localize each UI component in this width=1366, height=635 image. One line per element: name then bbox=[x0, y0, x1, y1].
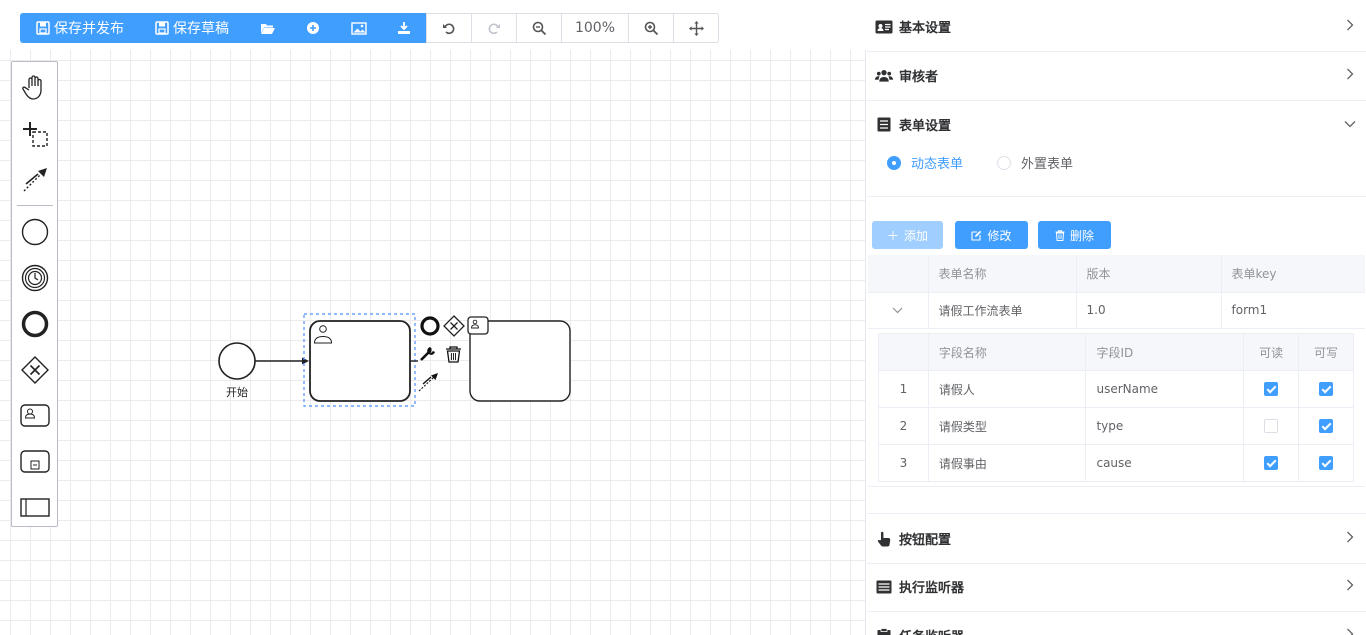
list-icon bbox=[875, 579, 893, 595]
radio-dot-checked[interactable] bbox=[887, 155, 901, 170]
field-name-cell: 请假类型 bbox=[928, 407, 1087, 445]
column-header: 字段ID bbox=[1085, 333, 1245, 371]
table-row: 2 请假类型 type bbox=[878, 407, 1354, 445]
expand-toggle[interactable] bbox=[868, 292, 929, 329]
connect-icon[interactable] bbox=[418, 373, 438, 392]
edit-label: 修改 bbox=[987, 228, 1012, 243]
readable-checkbox[interactable] bbox=[1264, 456, 1279, 471]
plus-icon: ＋ bbox=[886, 228, 899, 243]
field-id-cell: userName bbox=[1085, 370, 1245, 408]
chevron-right-icon bbox=[1347, 19, 1354, 31]
form-icon bbox=[875, 117, 893, 133]
start-event[interactable] bbox=[218, 342, 256, 380]
section-title: 审核者 bbox=[899, 70, 939, 85]
readable-checkbox[interactable] bbox=[1264, 419, 1279, 434]
flow-arrowhead bbox=[302, 357, 309, 365]
column-header: 可写 bbox=[1298, 333, 1354, 371]
form-table: 表单名称 版本 表单key 请假工作流表单 1.0 form1 bbox=[868, 255, 1365, 329]
row-index: 1 bbox=[878, 370, 929, 408]
chevron-down-icon bbox=[892, 307, 903, 314]
edit-icon bbox=[971, 230, 982, 241]
section-title: 表单设置 bbox=[899, 119, 952, 134]
field-id-cell: type bbox=[1085, 407, 1245, 445]
bpmn-diagram: 开始 bbox=[218, 313, 571, 407]
pointer-hand-icon bbox=[875, 531, 893, 547]
add-form-button[interactable]: ＋ 添加 bbox=[872, 221, 943, 249]
chevron-right-icon bbox=[1347, 68, 1354, 80]
section-form-settings: 表单设置 bbox=[867, 100, 1366, 197]
table-row: 3 请假事由 cause bbox=[878, 444, 1354, 482]
column-header: 表单key bbox=[1221, 255, 1365, 293]
table-row: 1 请假人 userName bbox=[878, 370, 1354, 408]
form-version-cell: 1.0 bbox=[1076, 292, 1222, 329]
radio-dynamic-label: 动态表单 bbox=[911, 157, 964, 172]
column-header: 字段名称 bbox=[928, 333, 1087, 371]
gateway-icon[interactable] bbox=[443, 315, 465, 337]
form-name-cell: 请假工作流表单 bbox=[928, 292, 1077, 329]
id-card-icon bbox=[875, 19, 893, 35]
section-button-config[interactable]: 按钮配置 bbox=[867, 513, 1366, 564]
trash-icon[interactable] bbox=[446, 346, 461, 363]
chevron-down-icon bbox=[1344, 121, 1356, 128]
user-task-selected[interactable] bbox=[309, 320, 411, 402]
writable-checkbox[interactable] bbox=[1319, 456, 1334, 471]
edit-form-button[interactable]: 修改 bbox=[955, 221, 1028, 249]
form-key-cell: form1 bbox=[1221, 292, 1365, 329]
column-header: 可读 bbox=[1243, 333, 1300, 371]
section-form-settings-header[interactable]: 表单设置 bbox=[867, 100, 1366, 149]
field-table-header: 字段名称 字段ID 可读 可写 bbox=[878, 333, 1354, 371]
properties-panel: 基本设置 审核者 表单设置 动态表单 外置表单 ＋ 添加 修改 删除 表单名称 版… bbox=[867, 0, 1366, 635]
table-row[interactable]: 请假工作流表单 1.0 form1 bbox=[868, 292, 1365, 329]
row-index: 3 bbox=[878, 444, 929, 482]
row-index: 2 bbox=[878, 407, 929, 445]
readable-checkbox[interactable] bbox=[1264, 382, 1279, 397]
chevron-right-icon bbox=[1347, 579, 1354, 591]
chevron-right-icon bbox=[1347, 531, 1354, 543]
section-title: 按钮配置 bbox=[899, 533, 952, 548]
section-title: 基本设置 bbox=[899, 21, 952, 36]
section-execution-listener[interactable]: 执行监听器 bbox=[867, 562, 1366, 612]
column-header: 表单名称 bbox=[928, 255, 1077, 293]
users-icon bbox=[875, 68, 893, 84]
field-name-cell: 请假事由 bbox=[928, 444, 1087, 482]
section-task-listener[interactable]: 任务监听器 bbox=[867, 611, 1366, 635]
field-table: 字段名称 字段ID 可读 可写 1 请假人 userName 2 请假类型 ty… bbox=[878, 333, 1354, 482]
section-title: 执行监听器 bbox=[899, 581, 965, 596]
radio-external-label: 外置表单 bbox=[1021, 157, 1074, 172]
radio-dot[interactable] bbox=[997, 155, 1011, 170]
column-header: 版本 bbox=[1076, 255, 1222, 293]
radio-external-form[interactable]: 外置表单 bbox=[997, 153, 1073, 172]
section-basic-settings[interactable]: 基本设置 bbox=[867, 2, 1366, 52]
start-event-label: 开始 bbox=[226, 385, 248, 399]
writable-checkbox[interactable] bbox=[1319, 382, 1334, 397]
clipboard-icon bbox=[875, 627, 893, 635]
delete-form-button[interactable]: 删除 bbox=[1038, 221, 1111, 249]
form-table-header: 表单名称 版本 表单key bbox=[868, 255, 1365, 293]
end-event-icon[interactable] bbox=[420, 316, 440, 336]
section-reviewer[interactable]: 审核者 bbox=[867, 51, 1366, 101]
radio-dynamic-form[interactable]: 动态表单 bbox=[887, 153, 963, 172]
field-name-cell: 请假人 bbox=[928, 370, 1087, 408]
wrench-icon[interactable] bbox=[420, 347, 435, 361]
field-id-cell: cause bbox=[1085, 444, 1245, 482]
writable-checkbox[interactable] bbox=[1319, 419, 1334, 434]
delete-label: 删除 bbox=[1069, 228, 1094, 243]
user-task-icon[interactable] bbox=[467, 316, 489, 335]
chevron-right-icon bbox=[1347, 628, 1354, 635]
add-label: 添加 bbox=[904, 228, 929, 243]
trash-icon bbox=[1055, 229, 1065, 241]
section-title: 任务监听器 bbox=[899, 626, 964, 635]
